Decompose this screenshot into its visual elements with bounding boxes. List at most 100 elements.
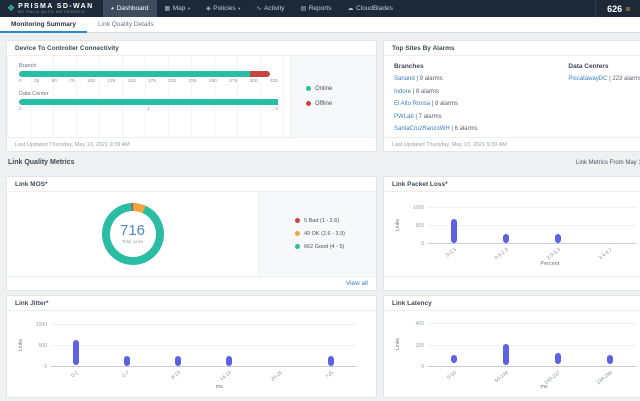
x-axis-ticks: 0255075100125150175200225250275300325: [19, 79, 278, 84]
alarm-count: 626: [607, 4, 622, 14]
site-link[interactable]: PWLab: [394, 114, 414, 120]
mos-donut-chart: 716 Total Links: [7, 192, 258, 275]
device-connectivity-card: Device To Controller Connectivity Branch…: [6, 40, 377, 152]
nav-item-dashboard[interactable]: ◕ Dashboard: [103, 0, 157, 17]
nav-item-activity[interactable]: ∿ Activity: [248, 0, 292, 17]
online-dot-icon: [306, 86, 311, 91]
x-tick-label: 150: [128, 79, 136, 84]
x-tick-label: 50: [52, 79, 57, 84]
x-tick-label: 175: [148, 79, 156, 84]
link-packet-loss-card: Link Packet Loss* 05001000Links0-0.50.6-…: [383, 176, 640, 291]
nav-label: Map: [173, 5, 186, 12]
link-mos-body: 716 Total Links 5 Bad (1 - 2.6) 49 OK (2…: [7, 192, 376, 275]
data-range-capsule: [124, 356, 130, 366]
data-range-capsule: [451, 219, 457, 243]
data-range-capsule: [73, 340, 79, 365]
last-updated-text: Last Updated Thursday, May 13, 2021 9:39…: [7, 137, 376, 151]
data-range-capsule: [451, 355, 457, 364]
alarm-count-button[interactable]: 626 ≣: [595, 0, 640, 17]
y-axis-label: Links: [18, 339, 24, 351]
x-tick-label: 238-296: [596, 370, 614, 386]
latency-chart: 0200400Links0-5960-148149-237238-296ms: [428, 320, 636, 367]
site-link[interactable]: Indore: [394, 89, 411, 95]
y-tick-label: 200: [416, 343, 424, 349]
jitter-chart: 05001000Links0-12-78-1314-1920-25>25ms: [51, 322, 356, 367]
data-range-capsule: [503, 234, 509, 243]
y-tick-label: 1000: [413, 205, 424, 211]
data-range-capsule: [607, 355, 613, 364]
y-gridline: [428, 323, 636, 324]
link-jitter-card: Link Jitter* 05001000Links0-12-78-1314-1…: [6, 295, 377, 398]
y-tick-label: 400: [416, 321, 424, 327]
nav-item-policies[interactable]: ◈ Policies ▾: [198, 0, 248, 17]
x-tick-label: 100: [87, 79, 95, 84]
nav-item-cloudblades[interactable]: ☁ CloudBlades: [339, 0, 400, 17]
y-axis-label: Links: [395, 338, 401, 350]
y-tick-label: 1000: [36, 322, 47, 328]
y-gridline: [51, 345, 356, 346]
mos-legend: 5 Bad (1 - 2.6) 49 OK (2.6 - 3.9) 662 Go…: [258, 192, 376, 275]
tab-link-quality-details[interactable]: Link Quality Details: [87, 17, 165, 32]
nav-label: CloudBlades: [356, 5, 393, 12]
chevron-down-icon: ▾: [188, 6, 190, 12]
x-tick-label: 1: [147, 107, 150, 112]
bad-dot-icon: [295, 218, 300, 223]
x-axis-line: [428, 243, 636, 244]
site-link[interactable]: El Alto Ronsa: [394, 101, 430, 107]
data-range-capsule: [555, 353, 561, 364]
ok-dot-icon: [295, 231, 300, 236]
x-tick-label: 0: [19, 107, 22, 112]
x-axis-label: ms: [540, 384, 547, 390]
view-all-link[interactable]: View all: [346, 277, 368, 291]
site-link[interactable]: SantaCruzRanzoWH: [394, 126, 450, 132]
nav-item-reports[interactable]: ▤ Reports: [293, 0, 340, 17]
legend-item-bad: 5 Bad (1 - 2.6): [295, 218, 376, 224]
card-title: Link Latency: [384, 296, 640, 311]
link-mos-card: Link MOS* 716 Total Links 5 Bad (1 - 2.6…: [6, 176, 377, 291]
packet-loss-card-footer: [384, 276, 640, 290]
y-gridline: [428, 225, 636, 226]
data-range-capsule: [555, 234, 561, 243]
x-tick-label: 125: [107, 79, 115, 84]
policies-icon: ◈: [206, 5, 211, 12]
chevron-down-icon: ▾: [238, 6, 240, 12]
nav-label: Dashboard: [117, 5, 149, 12]
nav-item-map[interactable]: ▦ Map ▾: [157, 0, 199, 17]
site-link[interactable]: PiscatawayDC: [568, 76, 607, 82]
x-tick-label: 250: [209, 79, 217, 84]
data-centers-column: Data Centers PiscatawayDC | 223 alarms: [568, 63, 640, 137]
data-range-capsule: [226, 356, 232, 366]
dashboard-content: Device To Controller Connectivity Branch…: [0, 33, 640, 401]
x-tick-label: 14-19: [219, 370, 233, 383]
x-tick-label: 60-148: [494, 370, 510, 384]
reports-icon: ▤: [301, 5, 307, 12]
site-link[interactable]: Sanand: [394, 76, 415, 82]
card-title: Top Sites By Alarms: [384, 41, 640, 56]
top-navbar: ❖ PRISMA SD-WAN BY PALO ALTO NETWORKS ◕ …: [0, 0, 640, 17]
prisma-sdwan-logo[interactable]: ❖ PRISMA SD-WAN BY PALO ALTO NETWORKS: [0, 0, 103, 17]
tab-monitoring-summary[interactable]: Monitoring Summary: [0, 17, 87, 32]
prisma-logo-icon: ❖: [7, 4, 15, 13]
last-updated-text: Last Updated Thursday, May 13, 2021 9:39…: [384, 137, 640, 151]
x-axis-line: [428, 366, 636, 367]
x-axis-label: ms: [216, 384, 223, 390]
bar-label: Data Center: [19, 91, 278, 97]
card-title: Link Jitter*: [7, 296, 376, 311]
x-tick-label: 0-59: [446, 370, 458, 381]
nav-label: Policies: [213, 5, 235, 12]
data-range-capsule: [503, 344, 509, 365]
legend-item-ok: 49 OK (2.6 - 3.9): [295, 231, 376, 237]
top-sites-body: Branches Sanand | 9 alarms Indore | 8 al…: [384, 56, 640, 137]
link-latency-card: Link Latency 0200400Links0-5960-148149-2…: [383, 295, 640, 398]
alarms-stack-icon: ≣: [625, 5, 631, 13]
total-links-label: Total Links: [122, 239, 143, 244]
data-centers-header: Data Centers: [568, 63, 640, 70]
mos-card-footer: View all: [7, 276, 376, 290]
bar-label: Branch: [19, 63, 278, 69]
section-title-link-quality-metrics: Link Quality Metrics: [8, 159, 75, 166]
datacenter-list-item: PiscatawayDC | 223 alarms: [568, 76, 640, 82]
map-icon: ▦: [165, 5, 171, 12]
x-tick-label: 225: [189, 79, 197, 84]
connectivity-body: Branch 025507510012515017520022525027530…: [7, 56, 376, 137]
x-tick-label: 2.0-3.3: [546, 247, 562, 261]
